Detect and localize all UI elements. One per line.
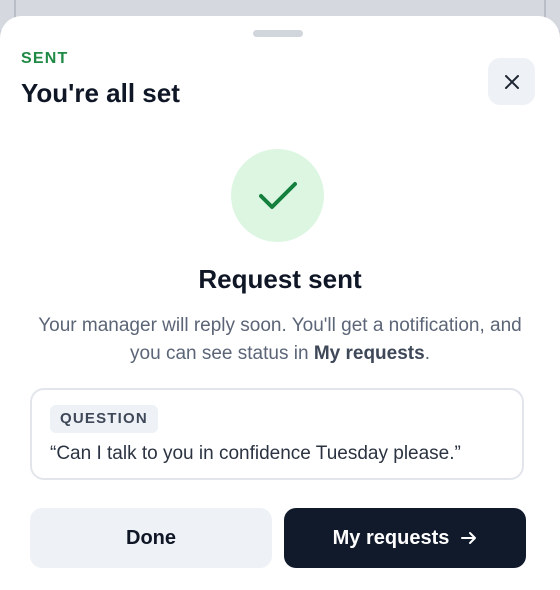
body-text-prefix: Your manager will reply soon. You'll get… — [38, 315, 522, 364]
confirmation-body: Your manager will reply soon. You'll get… — [28, 312, 532, 368]
backdrop-divider — [544, 0, 546, 18]
question-card: QUESTION “Can I talk to you in confidenc… — [30, 388, 524, 480]
question-text: “Can I talk to you in confidence Tuesday… — [50, 443, 461, 464]
backdrop-divider — [14, 0, 16, 18]
my-requests-button[interactable]: My requests — [284, 508, 526, 568]
question-tag: QUESTION — [50, 405, 158, 433]
confirmation-heading: Request sent — [198, 264, 362, 294]
my-requests-reference: My requests — [313, 343, 425, 364]
status-eyebrow: SENT — [21, 50, 69, 67]
bottom-sheet: SENT You're all set Request sent Your ma… — [0, 16, 560, 590]
done-button[interactable]: Done — [30, 508, 272, 568]
my-requests-button-label: My requests — [332, 526, 450, 549]
close-icon — [504, 74, 519, 89]
sheet-title: You're all set — [21, 78, 180, 108]
body-text-suffix: . — [424, 343, 430, 364]
arrow-right-icon — [461, 531, 477, 545]
sheet-grabber[interactable] — [253, 30, 303, 37]
checkmark-icon — [258, 181, 297, 209]
success-badge — [231, 149, 324, 242]
done-button-label: Done — [126, 526, 176, 549]
close-button[interactable] — [488, 58, 535, 105]
